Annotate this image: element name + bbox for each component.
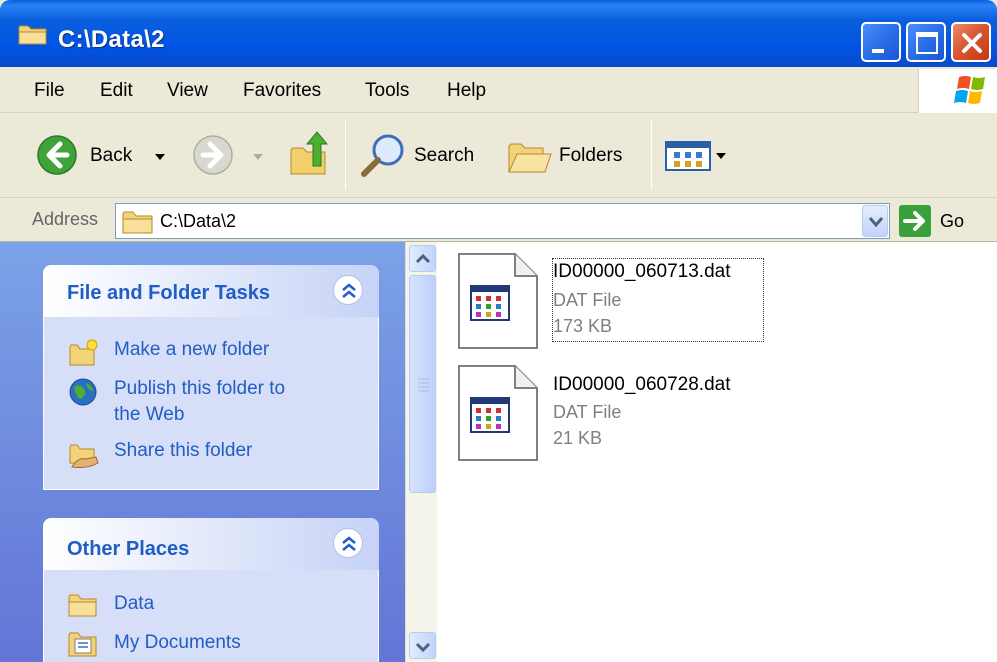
up-folder-button[interactable]	[287, 130, 333, 180]
menu-file[interactable]: File	[34, 80, 65, 102]
file-size: 173 KB	[553, 316, 613, 336]
chevron-up-icon	[415, 253, 431, 264]
file-item[interactable]: ID00000_060728.dat DAT File 21 KB	[457, 364, 777, 469]
dat-file-icon	[458, 253, 538, 349]
toolbar-separator	[651, 120, 652, 190]
file-type: DAT File	[553, 290, 622, 310]
dat-file-icon	[458, 365, 538, 461]
views-icon	[665, 141, 726, 171]
chevron-down-icon	[868, 217, 884, 228]
maximize-icon	[916, 32, 938, 54]
file-folder-tasks-title: File and Folder Tasks	[67, 282, 271, 304]
task-pane: File and Folder Tasks Make a new folder …	[0, 242, 405, 662]
other-places-title: Other Places	[67, 538, 190, 560]
menu-tools[interactable]: Tools	[365, 80, 409, 102]
my-documents-link[interactable]: My Documents	[114, 631, 241, 655]
back-arrow-icon	[37, 135, 77, 175]
minimize-icon	[872, 49, 884, 53]
collapse-button[interactable]	[333, 528, 363, 558]
double-chevron-up-icon	[342, 536, 356, 551]
other-places-header[interactable]: Other Places	[43, 518, 379, 570]
vertical-scrollbar[interactable]	[405, 242, 437, 662]
scroll-up-button[interactable]	[409, 245, 436, 272]
windows-flag-icon	[954, 76, 985, 104]
grip-icon	[418, 378, 429, 392]
go-label[interactable]: Go	[940, 211, 964, 232]
scroll-down-button[interactable]	[409, 632, 436, 659]
address-dropdown-button[interactable]	[862, 205, 888, 237]
close-icon	[962, 33, 982, 53]
menu-favorites[interactable]: Favorites	[243, 80, 321, 102]
file-folder-tasks-header[interactable]: File and Folder Tasks	[43, 265, 379, 317]
publish-folder-link-line1[interactable]: Publish this folder to	[114, 377, 285, 401]
up-folder-icon	[290, 131, 329, 175]
back-button[interactable]: Back	[36, 134, 170, 178]
forward-button[interactable]	[192, 134, 264, 178]
search-label: Search	[414, 145, 475, 166]
folders-label: Folders	[559, 145, 623, 166]
collapse-button[interactable]	[333, 275, 363, 305]
file-item[interactable]: ID00000_060713.dat DAT File 173 KB	[457, 252, 777, 357]
menu-view[interactable]: View	[167, 80, 208, 102]
publish-folder-link-line2[interactable]: the Web	[114, 403, 184, 427]
file-folder-tasks-body: Make a new folder Publish this folder to…	[43, 317, 379, 490]
double-chevron-up-icon	[342, 283, 356, 298]
folders-button[interactable]: Folders	[503, 130, 643, 180]
address-label: Address	[32, 209, 99, 229]
menu-help[interactable]: Help	[447, 80, 486, 102]
back-label: Back	[90, 145, 133, 166]
folder-icon	[68, 594, 97, 617]
file-size: 21 KB	[553, 428, 603, 448]
globe-icon	[69, 378, 97, 406]
go-button[interactable]	[899, 205, 931, 237]
address-value: C:\Data\2	[160, 211, 237, 231]
menu-bar: File Edit View Favorites Tools Help	[0, 67, 997, 113]
search-button[interactable]: Search	[358, 130, 488, 180]
forward-arrow-icon	[193, 135, 233, 175]
address-folder-icon	[122, 211, 153, 234]
views-button[interactable]	[664, 138, 730, 174]
window-title: C:\Data\2	[58, 26, 165, 53]
menu-edit[interactable]: Edit	[100, 80, 133, 102]
maximize-button[interactable]	[906, 22, 946, 62]
go-arrow-icon	[903, 211, 925, 231]
windows-logo	[918, 69, 997, 113]
share-folder-icon	[69, 444, 99, 468]
forward-dropdown-icon	[253, 154, 263, 160]
chevron-down-icon	[415, 642, 431, 653]
other-places-body: Data My Documents	[43, 570, 379, 662]
title-bar[interactable]: C:\Data\2	[0, 0, 997, 67]
search-icon	[361, 134, 404, 177]
data-folder-link[interactable]: Data	[114, 592, 154, 616]
new-folder-icon	[69, 339, 98, 366]
make-new-folder-link[interactable]: Make a new folder	[114, 338, 269, 362]
file-type: DAT File	[553, 402, 622, 422]
scroll-thumb[interactable]	[409, 275, 436, 493]
explorer-window: C:\Data\2 File Edit View Favorites Tools…	[0, 0, 997, 662]
my-documents-icon	[68, 632, 97, 657]
close-button[interactable]	[951, 22, 991, 62]
file-name: ID00000_060728.dat	[553, 374, 731, 395]
minimize-button[interactable]	[861, 22, 901, 62]
share-folder-link[interactable]: Share this folder	[114, 439, 252, 463]
toolbar-separator	[345, 120, 346, 190]
back-dropdown-icon[interactable]	[154, 152, 166, 162]
folders-icon	[508, 143, 552, 173]
file-name: ID00000_060713.dat	[553, 261, 731, 282]
file-list-view: ID00000_060713.dat DAT File 173 KB ID000…	[437, 242, 997, 662]
folder-icon	[18, 25, 47, 45]
